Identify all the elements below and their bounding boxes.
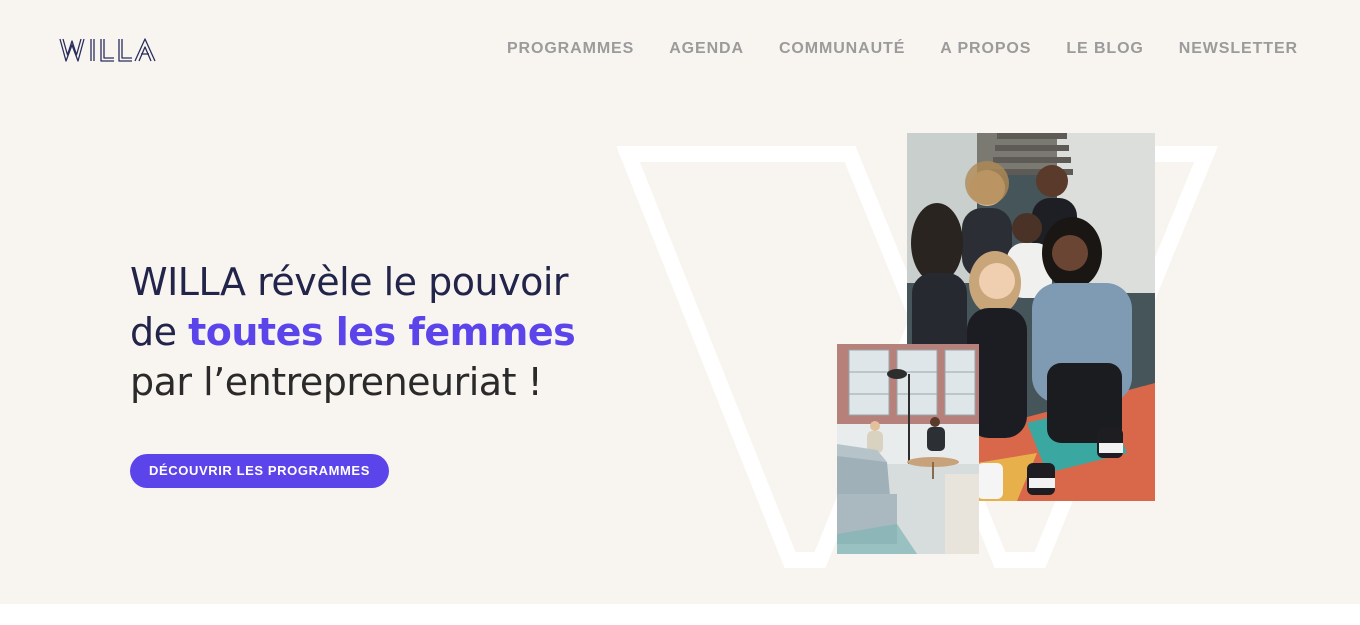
nav-a-propos[interactable]: A PROPOS bbox=[940, 39, 1031, 59]
main-nav: PROGRAMMES AGENDA COMMUNAUTÉ A PROPOS LE… bbox=[507, 39, 1298, 59]
headline-line-1: WILLA révèle le pouvoir bbox=[130, 260, 569, 304]
headline-line-3: par l’entrepreneuriat ! bbox=[130, 360, 543, 404]
nav-communaute[interactable]: COMMUNAUTÉ bbox=[779, 39, 905, 59]
headline-line-2: de toutes les femmes bbox=[130, 307, 650, 357]
nav-newsletter[interactable]: NEWSLETTER bbox=[1179, 39, 1298, 59]
nav-le-blog[interactable]: LE BLOG bbox=[1066, 39, 1143, 59]
nav-agenda[interactable]: AGENDA bbox=[669, 39, 744, 59]
headline-accent: toutes les femmes bbox=[188, 310, 576, 354]
headline-line-2-prefix: de bbox=[130, 310, 189, 354]
hero-headline: WILLA révèle le pouvoir de toutes les fe… bbox=[130, 257, 650, 407]
willa-logo-mark bbox=[59, 38, 156, 62]
willa-logo[interactable] bbox=[59, 36, 159, 64]
hero-section: PROGRAMMES AGENDA COMMUNAUTÉ A PROPOS LE… bbox=[0, 0, 1360, 604]
nav-programmes[interactable]: PROGRAMMES bbox=[507, 39, 634, 59]
lounge-photo-illustration bbox=[837, 344, 979, 554]
coworking-lounge-photo bbox=[837, 344, 979, 554]
discover-programmes-button[interactable]: DÉCOUVRIR LES PROGRAMMES bbox=[130, 454, 389, 488]
